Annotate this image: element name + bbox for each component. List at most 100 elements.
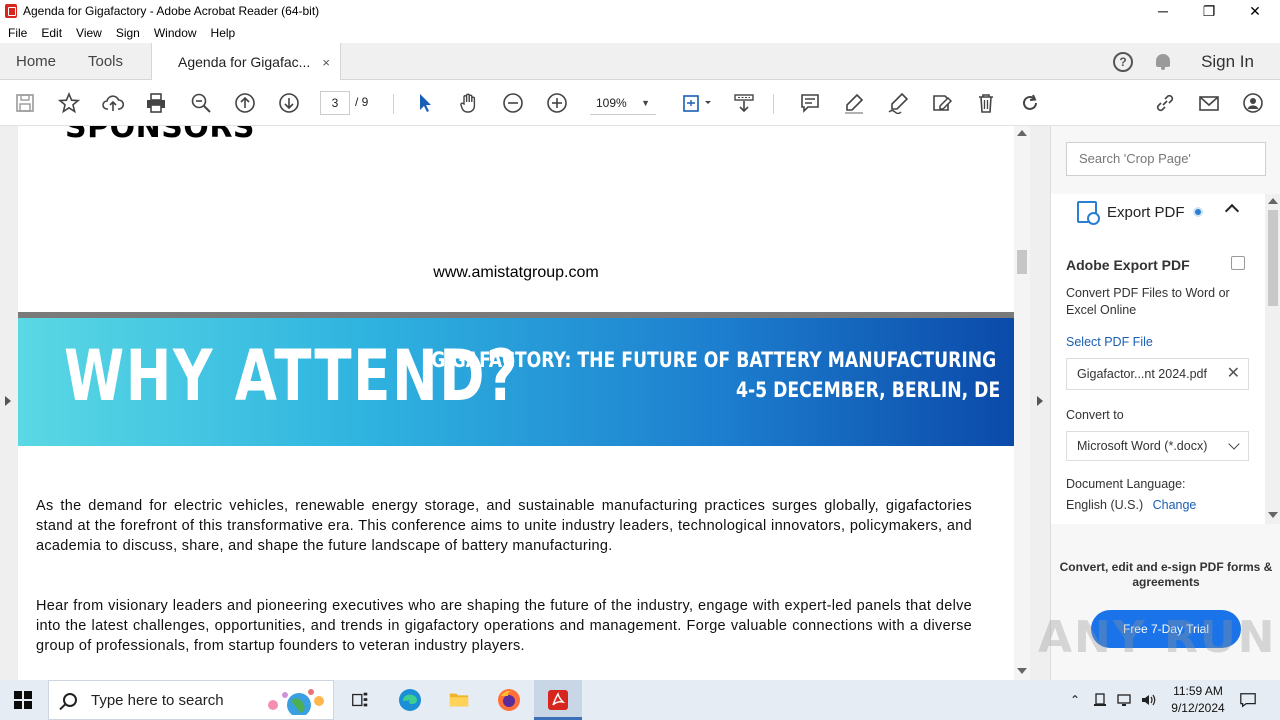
export-pdf-icon <box>1077 201 1100 225</box>
zoom-level-select[interactable]: 109% ▼ <box>590 91 656 115</box>
upload-cloud-icon[interactable] <box>101 91 125 115</box>
banner-event-date: 4-5 DECEMBER, BERLIN, DE <box>735 378 1000 402</box>
copy-icon[interactable] <box>1231 256 1245 270</box>
sponsors-heading: SPONSORS <box>65 126 256 145</box>
chevron-up-icon[interactable]: ⌃ <box>1070 693 1080 707</box>
scroll-up-arrow-icon[interactable] <box>1017 130 1027 136</box>
tab-document[interactable]: Agenda for Gigafac... × <box>151 43 341 81</box>
tab-close-icon[interactable]: × <box>322 55 330 70</box>
acrobat-taskbar-icon[interactable] <box>546 688 570 712</box>
document-viewport[interactable]: SPONSORS www.amistatgroup.com WHY ATTEND… <box>0 126 1050 680</box>
chevron-up-icon[interactable] <box>1224 203 1240 219</box>
change-language-link[interactable]: Change <box>1153 498 1197 512</box>
save-icon[interactable] <box>13 91 37 115</box>
sponsor-website[interactable]: www.amistatgroup.com <box>18 264 1014 282</box>
document-scrollbar[interactable] <box>1014 126 1030 680</box>
right-pane-scrollbar[interactable] <box>1265 194 1280 524</box>
draw-pen-icon[interactable] <box>886 91 910 115</box>
menu-window[interactable]: Window <box>154 26 197 40</box>
menu-sign[interactable]: Sign <box>116 26 140 40</box>
menu-file[interactable]: File <box>8 26 27 40</box>
convert-to-value: Microsoft Word (*.docx) <box>1077 439 1208 453</box>
delete-trash-icon[interactable] <box>974 91 998 115</box>
close-window-button[interactable]: ✕ <box>1232 0 1278 22</box>
document-language-label: Document Language: <box>1066 477 1186 491</box>
edge-browser-icon[interactable] <box>398 688 422 712</box>
scroll-down-arrow-icon[interactable] <box>1017 668 1027 674</box>
maximize-button[interactable]: ❐ <box>1186 0 1232 22</box>
taskbar-search-placeholder: Type here to search <box>91 691 224 709</box>
select-pdf-file-link[interactable]: Select PDF File <box>1066 335 1153 349</box>
anyrun-watermark: ANY RUN <box>1038 612 1277 663</box>
network-icon[interactable] <box>1116 692 1132 708</box>
zoom-out-magnifier-icon[interactable] <box>189 91 213 115</box>
zoom-in-icon[interactable] <box>545 91 569 115</box>
tools-right-pane: Search 'Crop Page' Export PDF Adobe Expo… <box>1050 126 1280 680</box>
left-pane-toggle[interactable] <box>0 126 18 680</box>
document-language-value: English (U.S.) <box>1066 498 1144 512</box>
collapse-arrow-icon <box>1037 396 1043 406</box>
windows-taskbar: Type here to search ⌃ 11:59 AM 9/12/2024 <box>0 680 1280 720</box>
user-add-icon[interactable] <box>1241 91 1265 115</box>
tab-home[interactable]: Home <box>16 43 56 80</box>
device-icon[interactable] <box>1092 692 1108 708</box>
document-language-row: English (U.S.) Change <box>1066 498 1196 512</box>
window-title: Agenda for Gigafactory - Adobe Acrobat R… <box>23 4 320 18</box>
previous-page-icon[interactable] <box>233 91 257 115</box>
main-toolbar: 3 / 9 109% ▼ <box>0 80 1280 126</box>
highlight-pen-icon[interactable] <box>842 91 866 115</box>
page-number-input[interactable]: 3 <box>320 91 350 115</box>
right-pane-toggle[interactable] <box>1030 126 1050 680</box>
minimize-button[interactable]: ─ <box>1140 0 1186 22</box>
menu-edit[interactable]: Edit <box>41 26 62 40</box>
task-view-icon[interactable] <box>348 688 372 712</box>
acrobat-app-icon <box>5 4 17 18</box>
sign-in-button[interactable]: Sign In <box>1201 52 1254 72</box>
volume-icon[interactable] <box>1140 692 1156 708</box>
scroll-down-arrow-icon[interactable] <box>1268 512 1278 518</box>
selected-file-field[interactable]: Gigafactor...nt 2024.pdf ✕ <box>1066 358 1249 390</box>
next-page-icon[interactable] <box>277 91 301 115</box>
export-pdf-header[interactable]: Export PDF <box>1077 200 1203 225</box>
rotate-icon[interactable] <box>1018 91 1042 115</box>
clear-file-icon[interactable]: ✕ <box>1227 359 1240 389</box>
expand-arrow-icon <box>5 396 11 406</box>
email-icon[interactable] <box>1197 91 1221 115</box>
adobe-export-title: Adobe Export PDF <box>1066 257 1190 273</box>
body-paragraph-1: As the demand for electric vehicles, ren… <box>36 498 972 554</box>
page-fit-icon[interactable] <box>680 91 714 115</box>
print-icon[interactable] <box>144 91 168 115</box>
zoom-level-value: 109% <box>596 96 627 110</box>
tools-search-input[interactable]: Search 'Crop Page' <box>1066 142 1266 176</box>
menu-view[interactable]: View <box>76 26 102 40</box>
windows-start-icon[interactable] <box>14 691 32 709</box>
comment-icon[interactable] <box>798 91 822 115</box>
system-tray: ⌃ <box>1070 680 1156 720</box>
toolbar-divider <box>773 94 774 114</box>
menu-help[interactable]: Help <box>211 26 236 40</box>
notification-bell-icon[interactable] <box>1155 53 1171 71</box>
edit-text-icon[interactable] <box>930 91 954 115</box>
scrollbar-thumb[interactable] <box>1017 250 1027 274</box>
clock-time: 11:59 AM <box>1173 684 1223 698</box>
system-clock[interactable]: 11:59 AM 9/12/2024 <box>1160 683 1236 717</box>
convert-to-label: Convert to <box>1066 408 1124 422</box>
firefox-icon[interactable] <box>497 688 521 712</box>
notification-center-icon[interactable] <box>1236 688 1260 712</box>
taskbar-search-box[interactable]: Type here to search <box>48 680 334 720</box>
bookmark-star-icon[interactable] <box>57 91 81 115</box>
scroll-up-arrow-icon[interactable] <box>1268 198 1278 204</box>
help-icon[interactable]: ? <box>1113 51 1134 72</box>
why-attend-banner: WHY ATTEND? GIGAFACTORY: THE FUTURE OF B… <box>18 318 1014 446</box>
file-explorer-icon[interactable] <box>447 688 471 712</box>
share-link-icon[interactable] <box>1153 91 1177 115</box>
convert-to-select[interactable]: Microsoft Word (*.docx) <box>1066 431 1249 461</box>
info-dot-icon <box>1192 207 1203 217</box>
tab-tools[interactable]: Tools <box>88 43 123 80</box>
hand-tool-icon[interactable] <box>457 91 481 115</box>
search-icon <box>63 693 77 707</box>
scrollbar-thumb[interactable] <box>1268 210 1278 306</box>
scroll-mode-icon[interactable] <box>732 91 756 115</box>
select-cursor-icon[interactable] <box>413 91 437 115</box>
zoom-out-icon[interactable] <box>501 91 525 115</box>
